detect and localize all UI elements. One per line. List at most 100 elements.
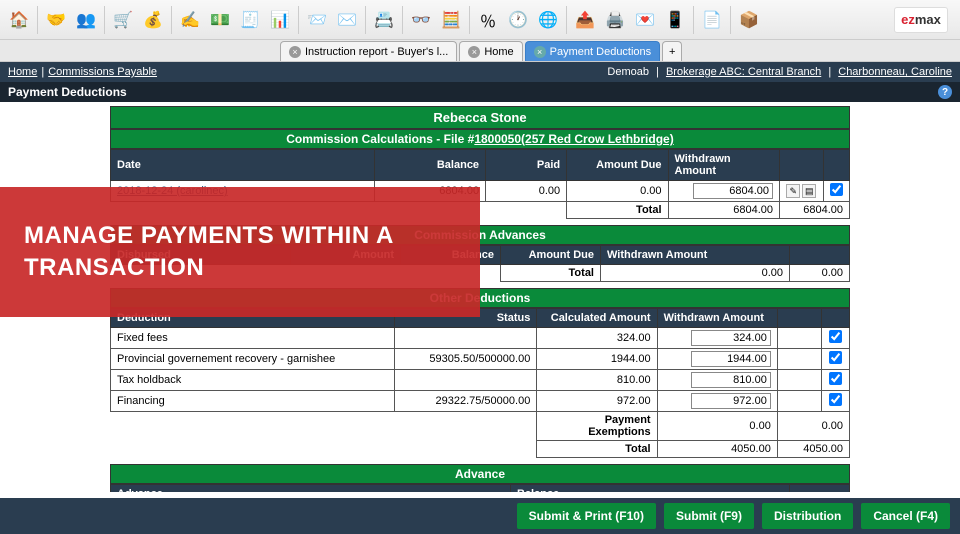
row-checkbox[interactable]	[829, 351, 842, 364]
row-checkbox[interactable]	[829, 372, 842, 385]
section1-header: Commission Calculations - File #1800050(…	[110, 129, 850, 149]
row-date-link[interactable]: 2018-12-24 (carolinec)	[111, 181, 375, 202]
submit-print-button[interactable]: Submit & Print (F10)	[517, 503, 656, 529]
col-disbursed: Disbursed	[111, 246, 291, 265]
row-checkbox[interactable]	[830, 183, 843, 196]
row-checkbox[interactable]	[829, 330, 842, 343]
box-icon[interactable]: 📦	[735, 6, 763, 34]
col-amount: Amount	[291, 246, 401, 265]
file-link[interactable]: 1800050(257 Red Crow Lethbridge)	[474, 132, 673, 146]
col-withdrawn: Withdrawn Amount	[668, 150, 780, 181]
total-label2: Total	[501, 265, 601, 282]
close-icon[interactable]: ×	[468, 46, 480, 58]
table-row: Financing 29322.75/50000.00 972.00	[111, 391, 850, 412]
withdrawn-input[interactable]	[691, 372, 771, 388]
home-icon[interactable]: 🏠	[5, 6, 33, 34]
breadcrumb-home[interactable]: Home	[8, 66, 37, 78]
contact-icon[interactable]: 📇	[370, 6, 398, 34]
section1-prefix: Commission Calculations - File #	[286, 132, 474, 146]
total-due: 6804.00	[668, 202, 780, 219]
tab-label: Payment Deductions	[550, 46, 652, 58]
tab-home[interactable]: × Home	[459, 41, 522, 61]
col-spacer3	[777, 309, 821, 328]
percent-icon[interactable]: ％	[474, 6, 502, 34]
withdrawn-input[interactable]	[691, 330, 771, 346]
submit-button[interactable]: Submit (F9)	[664, 503, 754, 529]
col-advance: Advance	[111, 485, 511, 493]
breadcrumb-commissions[interactable]: Commissions Payable	[48, 66, 157, 78]
other-deductions-table: Deduction Status Calculated Amount Withd…	[110, 308, 850, 458]
tab-payment-deductions[interactable]: × Payment Deductions	[525, 41, 661, 61]
row-paid: 0.00	[486, 181, 567, 202]
deduction-status: 59305.50/500000.00	[395, 349, 537, 370]
col-check	[823, 150, 849, 181]
page-title: Payment Deductions	[8, 85, 127, 99]
total-label: Total	[567, 202, 668, 219]
help-icon[interactable]: ?	[938, 85, 952, 99]
deduction-status	[395, 328, 537, 349]
tabs-bar: × Instruction report - Buyer's l... × Ho…	[0, 40, 960, 62]
report-icon[interactable]: 📊	[266, 6, 294, 34]
tab-instruction-report[interactable]: × Instruction report - Buyer's l...	[280, 41, 457, 61]
cart-icon[interactable]: 🛒	[109, 6, 137, 34]
distribution-button[interactable]: Distribution	[762, 503, 853, 529]
cancel-button[interactable]: Cancel (F4)	[861, 503, 950, 529]
table-row: 2018-12-24 (carolinec) 6804.00 0.00 0.00…	[111, 181, 850, 202]
people-icon[interactable]: 👥	[72, 6, 100, 34]
mail-icon[interactable]: ✉️	[333, 6, 361, 34]
row-checkbox[interactable]	[829, 393, 842, 406]
col-status: Status	[395, 309, 537, 328]
doc-icon[interactable]: 📄	[698, 6, 726, 34]
col-actions	[780, 150, 824, 181]
total-withdrawn2: 0.00	[790, 265, 850, 282]
commission-calc-table: Date Balance Paid Amount Due Withdrawn A…	[110, 149, 850, 219]
col-withdrawn2: Withdrawn Amount	[601, 246, 790, 265]
sms-icon[interactable]: 📱	[661, 6, 689, 34]
button-bar: Submit & Print (F10) Submit (F9) Distrib…	[0, 498, 960, 534]
withdrawn-input[interactable]	[691, 393, 771, 409]
deduction-name: Fixed fees	[111, 328, 395, 349]
col-check3	[821, 309, 849, 328]
exemptions-label: Payment Exemptions	[537, 412, 657, 441]
deduction-calc: 972.00	[537, 391, 657, 412]
breadcrumb-brokerage[interactable]: Brokerage ABC: Central Branch	[666, 66, 821, 78]
total-withdrawn: 6804.00	[780, 202, 850, 219]
deduction-calc: 810.00	[537, 370, 657, 391]
pen-icon[interactable]: ✍️	[176, 6, 204, 34]
tab-label: Home	[484, 46, 513, 58]
globe-icon[interactable]: 🌐	[534, 6, 562, 34]
send-icon[interactable]: 💌	[631, 6, 659, 34]
mail-open-icon[interactable]: 📨	[303, 6, 331, 34]
glasses-icon[interactable]: 👓	[407, 6, 435, 34]
withdrawn-input[interactable]	[693, 183, 773, 199]
receipt-icon[interactable]: 🧾	[236, 6, 264, 34]
edit-icon[interactable]: ✎	[786, 184, 800, 198]
handshake-icon[interactable]: 🤝	[42, 6, 70, 34]
main-toolbar: 🏠 🤝 👥 🛒 💰 ✍️ 💵 🧾 📊 📨 ✉️ 📇 👓 🧮 ％ 🕐 🌐 📤 🖨️…	[0, 0, 960, 40]
total-calc3: 4050.00	[657, 441, 777, 458]
print-icon[interactable]: 🖨️	[601, 6, 629, 34]
bill-icon[interactable]: 💵	[206, 6, 234, 34]
calculator-icon[interactable]: 🧮	[437, 6, 465, 34]
tab-add[interactable]: +	[662, 41, 682, 61]
col-due2: Amount Due	[501, 246, 601, 265]
col-date: Date	[111, 150, 375, 181]
clock-icon[interactable]: 🕐	[504, 6, 532, 34]
close-icon[interactable]: ×	[289, 46, 301, 58]
total-due2: 0.00	[601, 265, 790, 282]
breadcrumb-user[interactable]: Charbonneau, Caroline	[838, 66, 952, 78]
content-area: Rebecca Stone Commission Calculations - …	[0, 102, 960, 492]
col-balance: Balance	[374, 150, 486, 181]
col-due: Amount Due	[567, 150, 668, 181]
export-icon[interactable]: 📤	[571, 6, 599, 34]
col-withdrawn3: Withdrawn Amount	[657, 309, 777, 328]
money-icon[interactable]: 💰	[139, 6, 167, 34]
view-icon[interactable]: ▤	[802, 184, 816, 198]
deduction-status: 29322.75/50000.00	[395, 391, 537, 412]
logo-ez: ez	[901, 12, 915, 27]
close-icon[interactable]: ×	[534, 46, 546, 58]
breadcrumb: Home | Commissions Payable Demoab | Brok…	[0, 62, 960, 82]
withdrawn-input[interactable]	[691, 351, 771, 367]
tab-label: Instruction report - Buyer's l...	[305, 46, 448, 58]
col-deduction: Deduction	[111, 309, 395, 328]
